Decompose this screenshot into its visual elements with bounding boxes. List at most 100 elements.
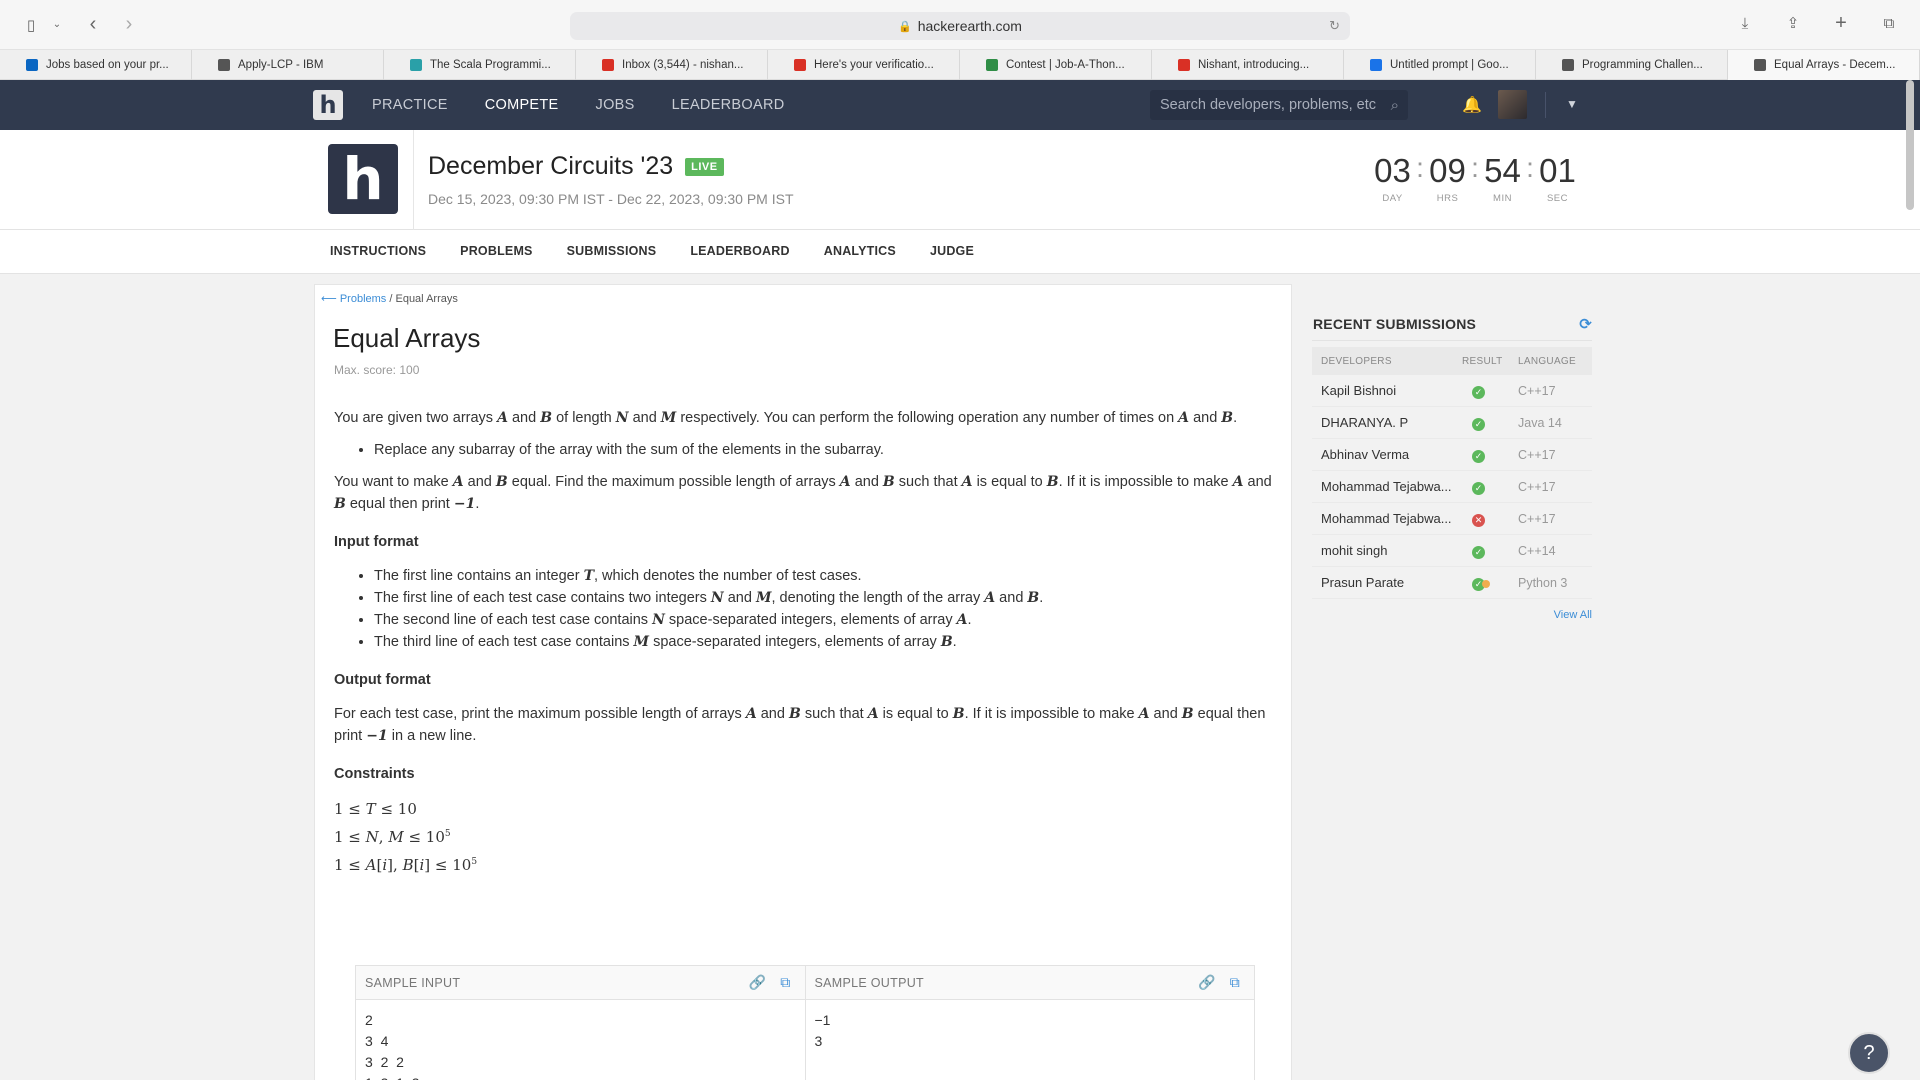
browser-tab[interactable]: Nishant, introducing...: [1152, 50, 1344, 80]
browser-tab[interactable]: Contest | Job-A-Thon...: [960, 50, 1152, 80]
link-icon[interactable]: 🔗: [1198, 974, 1216, 991]
check-icon[interactable]: ✓: [1472, 417, 1485, 431]
hackerearth-logo[interactable]: h: [313, 90, 343, 120]
list-item: The first line contains an integer T, wh…: [374, 565, 1274, 587]
tab-analytics[interactable]: ANALYTICS: [824, 244, 896, 258]
tab-label: Nishant, introducing...: [1198, 59, 1310, 71]
avatar[interactable]: [1498, 90, 1527, 119]
tab-problems[interactable]: PROBLEMS: [460, 244, 532, 258]
result-cell: ✓: [1462, 575, 1518, 591]
caret-down-icon[interactable]: ▼: [1566, 97, 1578, 111]
language-cell: C++17: [1518, 479, 1556, 494]
question-icon: ?: [1863, 1041, 1875, 1064]
tab-label: Programming Challen...: [1582, 59, 1703, 71]
reload-icon[interactable]: ↻: [1329, 18, 1340, 34]
list-item: Replace any subarray of the array with t…: [374, 439, 1274, 461]
column-header-result: RESULT: [1462, 355, 1503, 367]
browser-actions: ⤓ ⇪ + ⧉: [1734, 12, 1900, 34]
breadcrumb: ⟵ Problems / Equal Arrays: [321, 292, 458, 305]
check-icon[interactable]: ✓: [1472, 385, 1485, 399]
language-cell: C++17: [1518, 383, 1556, 398]
developer-name[interactable]: Prasun Parate: [1312, 575, 1462, 590]
chevron-down-icon[interactable]: ⌄: [46, 14, 68, 36]
help-button[interactable]: ?: [1848, 1032, 1890, 1074]
nav-practice[interactable]: PRACTICE: [372, 97, 448, 113]
refresh-icon[interactable]: ⟳: [1579, 315, 1592, 333]
developer-name[interactable]: Mohammad Tejabwa...: [1312, 479, 1462, 494]
tab-label: Contest | Job-A-Thon...: [1006, 59, 1125, 71]
view-all-link[interactable]: View All: [1312, 609, 1592, 621]
breadcrumb-link-label: Problems: [339, 293, 387, 305]
countdown-separator: :: [1416, 152, 1424, 183]
content-area: ⟵ Problems / Equal Arrays Equal Arrays M…: [0, 274, 1920, 1080]
tab-leaderboard[interactable]: LEADERBOARD: [690, 244, 789, 258]
contest-title: December Circuits '23: [428, 152, 674, 180]
copy-icon[interactable]: ⧉: [780, 974, 790, 991]
tab-submissions[interactable]: SUBMISSIONS: [567, 244, 657, 258]
tab-label: Apply-LCP - IBM: [238, 59, 324, 71]
address-bar[interactable]: 🔒 hackerearth.com ↻: [570, 12, 1350, 40]
browser-tab[interactable]: Untitled prompt | Goo...: [1344, 50, 1536, 80]
result-cell: ✓: [1462, 543, 1518, 559]
copy-icon[interactable]: ⧉: [1230, 974, 1240, 991]
tab-overview-icon[interactable]: ⧉: [1878, 12, 1900, 34]
cross-icon[interactable]: ✕: [1472, 513, 1485, 527]
forward-icon[interactable]: ›: [118, 13, 140, 36]
back-icon[interactable]: ‹: [82, 13, 104, 36]
developer-name[interactable]: mohit singh: [1312, 543, 1462, 558]
contest-dates: Dec 15, 2023, 09:30 PM IST - Dec 22, 202…: [428, 191, 794, 207]
contest-header: h December Circuits '23 LIVE Dec 15, 202…: [0, 130, 1920, 230]
sidebar-toggle-icon[interactable]: ▯: [20, 14, 42, 36]
max-score: Max. score: 100: [334, 363, 420, 377]
breadcrumb-separator: /: [389, 293, 393, 305]
nav-leaderboard[interactable]: LEADERBOARD: [672, 97, 785, 113]
browser-tab[interactable]: Apply-LCP - IBM: [192, 50, 384, 80]
browser-tab[interactable]: Here's your verificatio...: [768, 50, 960, 80]
contest-subnav: INSTRUCTIONS PROBLEMS SUBMISSIONS LEADER…: [0, 230, 1920, 274]
tab-judge[interactable]: JUDGE: [930, 244, 974, 258]
check-icon[interactable]: ✓: [1472, 481, 1485, 495]
developer-name[interactable]: DHARANYA. P: [1312, 415, 1462, 430]
sample-input-column: SAMPLE INPUT 🔗 ⧉ 2 3 4 3 2 2 1 3 1 3: [356, 966, 805, 1080]
sample-output-actions: 🔗 ⧉: [1198, 974, 1240, 991]
bell-icon[interactable]: 🔔: [1462, 95, 1482, 115]
nav-jobs[interactable]: JOBS: [596, 97, 635, 113]
browser-tab[interactable]: Inbox (3,544) - nishan...: [576, 50, 768, 80]
breadcrumb-problems-link[interactable]: ⟵ Problems: [321, 293, 386, 305]
statement-paragraph: You are given two arrays A and B of leng…: [334, 410, 1238, 426]
table-row: Kapil Bishnoi ✓ C++17: [1312, 375, 1592, 407]
ai-studio-icon: [1370, 59, 1382, 71]
tab-label: The Scala Programmi...: [430, 59, 551, 71]
sample-input-header: SAMPLE INPUT 🔗 ⧉: [356, 966, 805, 1000]
developer-name[interactable]: Mohammad Tejabwa...: [1312, 511, 1462, 526]
new-tab-icon[interactable]: +: [1830, 12, 1852, 34]
check-icon[interactable]: ✓: [1472, 449, 1485, 463]
countdown-value: 03: [1374, 152, 1411, 189]
language-cell: Java 14: [1518, 415, 1562, 430]
browser-tab[interactable]: Jobs based on your pr...: [0, 50, 192, 80]
sample-output-label: SAMPLE OUTPUT: [814, 975, 924, 990]
search-input[interactable]: [1160, 97, 1380, 113]
developer-name[interactable]: Kapil Bishnoi: [1312, 383, 1462, 398]
list-item: The second line of each test case contai…: [374, 609, 1274, 631]
developer-name[interactable]: Abhinav Verma: [1312, 447, 1462, 462]
tab-instructions[interactable]: INSTRUCTIONS: [330, 244, 426, 258]
language-cell: C++17: [1518, 447, 1556, 462]
table-header: DEVELOPERS RESULT LANGUAGE: [1312, 347, 1592, 375]
download-icon[interactable]: ⤓: [1734, 12, 1756, 34]
scrollbar[interactable]: [1906, 80, 1914, 210]
share-icon[interactable]: ⇪: [1782, 12, 1804, 34]
search-icon[interactable]: ⌕: [1391, 97, 1399, 114]
result-cell: ✕: [1462, 511, 1518, 527]
browser-tab[interactable]: Equal Arrays - Decem...: [1728, 50, 1920, 80]
check-icon[interactable]: ✓: [1472, 545, 1485, 559]
table-row: Mohammad Tejabwa... ✕ C++17: [1312, 503, 1592, 535]
language-cell: Python 3: [1518, 575, 1568, 590]
browser-tab[interactable]: The Scala Programmi...: [384, 50, 576, 80]
site-navbar: h PRACTICE COMPETE JOBS LEADERBOARD ⌕ 🔔 …: [0, 80, 1920, 130]
browser-tab[interactable]: Programming Challen...: [1536, 50, 1728, 80]
link-icon[interactable]: 🔗: [748, 974, 766, 991]
book-icon: [410, 59, 422, 71]
nav-compete[interactable]: COMPETE: [485, 97, 559, 113]
table-row: mohit singh ✓ C++14: [1312, 535, 1592, 567]
